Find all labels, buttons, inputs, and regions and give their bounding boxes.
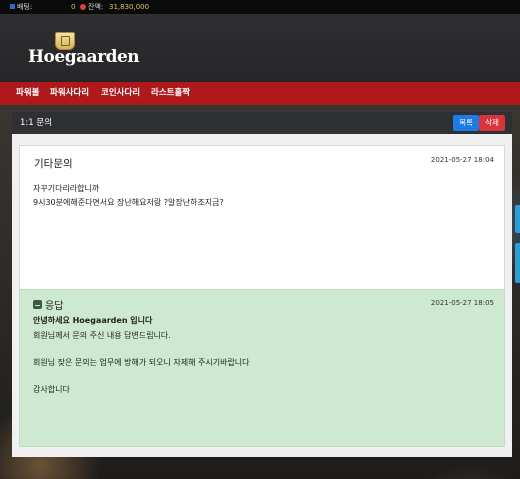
list-button[interactable]: 목록 — [453, 115, 479, 131]
answer-icon — [33, 300, 42, 309]
betting-label: 배팅: — [17, 3, 33, 11]
site-header: Hoegaarden — [0, 14, 520, 82]
nav-item-coin-ladder[interactable]: 코인사다리 — [101, 82, 140, 105]
balance-label: 잔액: — [88, 3, 104, 11]
balance-value: 31,830,000 — [109, 3, 150, 11]
answer-line-1: 회원님께서 문의 주신 내용 답변드립니다. — [33, 331, 171, 340]
panel-body: 기타문의 2021-05-27 18:04 자꾸기다리라합니까 9시30분에해준… — [12, 134, 512, 457]
answer-title: 응답 — [45, 301, 64, 312]
nav-item-power-ladder[interactable]: 파워사다리 — [50, 82, 89, 105]
delete-button[interactable]: 삭제 — [479, 115, 505, 131]
answer-greeting: 안녕하세요 Hoegaarden 입니다 — [33, 316, 153, 325]
question-line-1: 자꾸기다리라합니까 — [33, 184, 100, 193]
side-tab-1[interactable] — [515, 205, 520, 233]
main-nav: 파워볼 파워사다리 코인사다리 라스트홀짝 — [0, 82, 520, 105]
nav-item-last-oddeven[interactable]: 라스트홀짝 — [151, 82, 190, 105]
betting-icon — [10, 4, 15, 9]
balance-info: 잔액: — [80, 0, 103, 14]
answer-card: 응답 2021-05-27 18:05 안녕하세요 Hoegaarden 입니다… — [19, 289, 505, 447]
betting-info: 배팅: — [10, 0, 32, 14]
answer-date: 2021-05-27 18:05 — [430, 299, 494, 307]
question-title: 기타문의 — [34, 158, 73, 170]
site-logo[interactable]: Hoegaarden — [28, 30, 140, 70]
answer-line-3: 감사합니다 — [33, 385, 70, 394]
panel-title: 1:1 문의 — [20, 118, 53, 128]
question-card: 기타문의 2021-05-27 18:04 자꾸기다리라합니까 9시30분에해준… — [19, 145, 505, 292]
nav-item-powerball[interactable]: 파워볼 — [16, 82, 39, 105]
betting-value: 0 — [71, 3, 76, 11]
question-date: 2021-05-27 18:04 — [430, 156, 494, 164]
side-tab-2[interactable] — [515, 243, 520, 283]
answer-line-2: 회원님 잦은 문의는 업무에 방해가 되오니 자제해 주시기바랍니다 — [33, 358, 250, 367]
panel-header: 1:1 문의 목록 삭제 — [12, 112, 512, 134]
top-status-bar: 배팅: 0 잔액: 31,830,000 — [0, 0, 520, 14]
inquiry-panel: 1:1 문의 목록 삭제 기타문의 2021-05-27 18:04 자꾸기다리… — [12, 112, 512, 457]
logo-text: Hoegaarden — [28, 47, 140, 67]
question-line-2: 9시30분에해준다면서요 장난해요저랑 ?알장난하조지금? — [33, 198, 224, 207]
coin-icon — [80, 4, 86, 10]
